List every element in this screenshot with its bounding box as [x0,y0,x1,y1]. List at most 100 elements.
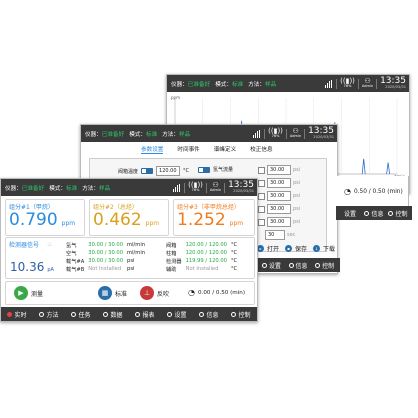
detector-unit: pA [47,267,54,273]
open-button[interactable]: ▸ 打开 [257,244,279,253]
gas-row: 载气#A 30.00 / 30.00 psi [64,257,147,265]
component-2-card: 组分#2（总烃） 0.462 ppm [89,199,169,236]
play-icon: ▶ [14,286,28,300]
gas-name: 载气#B [66,266,85,273]
gas-value: 30.00 / 30.00 [88,250,124,256]
nav-info[interactable]: 信息 [193,310,225,319]
valve-temp-toggle[interactable] [141,168,154,174]
gas-unit: psi [127,258,135,264]
temp-name: 柱箱 [166,250,177,257]
temp-name: 阀箱 [166,242,177,249]
tab-peak-definition[interactable]: 谱峰定义 [214,145,236,154]
blowback-label: 反吹 [157,290,170,298]
instrument-label: 仪器： [85,131,102,138]
open-label: 打开 [267,246,280,253]
timer-icon: ◔ [188,288,195,297]
graph-progress-panel: ◔ 0.50 / 0.50 (min) [336,176,409,206]
pressure-field[interactable]: 30.00 [267,204,291,214]
nav-task[interactable]: 任务 [65,310,97,319]
clock-date: 2020/03/31 [385,85,406,90]
hydrogen-flow-toggle[interactable] [198,166,210,173]
temp-row: 辅助 Not Installed °C [164,265,239,273]
download-button[interactable]: ↓ 下载 [313,244,335,253]
save-button[interactable]: ▪ 保存 [285,244,307,253]
tab-calibration[interactable]: 校正信息 [250,145,272,154]
nav-report[interactable]: 报表 [129,310,161,319]
mode-label: 模式： [215,81,232,88]
status-bar: 仪器： 已准备好 模式： 标准 方法： 样品 ((▮)) 76% ⚇ Admin… [81,125,337,142]
method-value: 样品 [178,131,191,138]
component-3-value: 1.252 [177,210,226,230]
nav-settings[interactable]: 设置 [258,261,285,270]
pressure-unit: psi [293,180,301,186]
tab-time-events[interactable]: 时间事件 [177,145,199,154]
nav-control[interactable]: 控制 [225,310,257,319]
mode-value: 标准 [65,185,78,192]
status-bar: 仪器： 已准备好 模式： 标准 方法： 样品 ((▮)) 76% ⚇ Admin… [1,179,257,196]
nav-control[interactable]: 控制 [386,209,410,218]
nav-settings[interactable]: 设置 [161,310,193,319]
realtime-screen: 仪器： 已准备好 模式： 标准 方法： 样品 ((▮)) 76% ⚇ Admin… [0,178,258,322]
blowback-button[interactable]: ⊥ 反吹 [140,286,169,300]
method-value: 样品 [264,81,277,88]
battery-level: 76% [343,84,352,89]
open-icon: ▸ [257,245,264,252]
run-progress: 0.50 / 0.50 (min) [353,188,403,195]
measure-label: 测量 [31,290,44,298]
temp-table: 阀箱 120.00 / 120.00 °C 柱箱 120.00 / 120.00 °C 检测… [164,241,239,273]
checkbox[interactable] [258,192,265,200]
method-label: 方法： [162,131,179,138]
signal-icon [253,129,261,138]
pressure-field[interactable]: 30.00 [267,217,291,227]
download-icon: ↓ [313,245,321,252]
nav-method[interactable]: 方法 [33,310,65,319]
gas-name: 空气 [66,250,77,257]
temp-unit: °C [230,258,238,264]
save-label: 保存 [295,246,308,253]
valve-temp-field[interactable]: 120.00 [156,166,181,176]
component-3-card: 组分#3（非甲烷总烃） 1.252 ppm [173,199,255,236]
component-1-value: 0.790 [9,210,58,230]
nav-data[interactable]: 数据 [97,310,129,319]
gas-table: 氢气 30.00 / 30.00 ml/min 空气 30.00 / 30.00 ml/m… [64,241,147,273]
signal-icon [325,79,333,88]
thermometer-icon: ⊥ [140,286,154,300]
gas-row: 载气#B Not Installed psi [64,265,147,273]
detector-value: 10.36 [10,260,45,274]
temp-row: 柱箱 120.00 / 120.00 °C [164,249,239,257]
chromatogram-peak [386,162,391,175]
instrument-status: 已准备好 [21,185,45,192]
checkbox[interactable] [258,205,265,213]
gas-unit: ml/min [127,250,146,256]
nav-info[interactable]: 信息 [285,261,312,270]
save-icon: ▪ [285,245,293,252]
pressure-field[interactable]: 30.00 [267,165,291,175]
pressure-field[interactable]: 30.00 [267,191,291,201]
measure-button[interactable]: ▶ 测量 [14,286,43,300]
nav-info[interactable]: 信息 [362,209,386,218]
nav-settings[interactable]: 设置 [338,209,362,218]
calibrate-button[interactable]: ▦ 标准 [98,286,127,300]
user-name: Admin [289,134,302,139]
gas-name: 载气#A [66,258,85,265]
tab-parameters[interactable]: 参数设置 [141,145,164,154]
detector-label: 检测器信号 [9,242,40,249]
pressure-field[interactable]: 30.00 [267,178,291,188]
checkbox[interactable] [258,218,265,226]
gas-row: 空气 30.00 / 30.00 ml/min [64,249,147,257]
checkbox[interactable] [258,166,265,174]
temp-value: 119.99 / 120.00 [185,258,227,264]
instrument-label: 仪器： [5,185,22,192]
nav-realtime[interactable]: 实时 [1,310,33,319]
pressure-unit: psi [293,167,301,173]
time-unit: sec [287,232,296,238]
time-field[interactable]: 30 [265,230,285,240]
user-name: Admin [209,188,222,193]
component-2-unit: ppm [145,220,160,227]
checkbox[interactable] [258,179,265,187]
gas-row: 氢气 30.00 / 30.00 ml/min [64,241,147,249]
download-label: 下载 [323,246,336,253]
pressure-list: 30.00 psi 30.00 psi 30.00 psi 30.00 psi 30.0… [258,165,300,240]
nav-control[interactable]: 控制 [311,261,338,270]
chromatogram-peak [361,158,366,175]
